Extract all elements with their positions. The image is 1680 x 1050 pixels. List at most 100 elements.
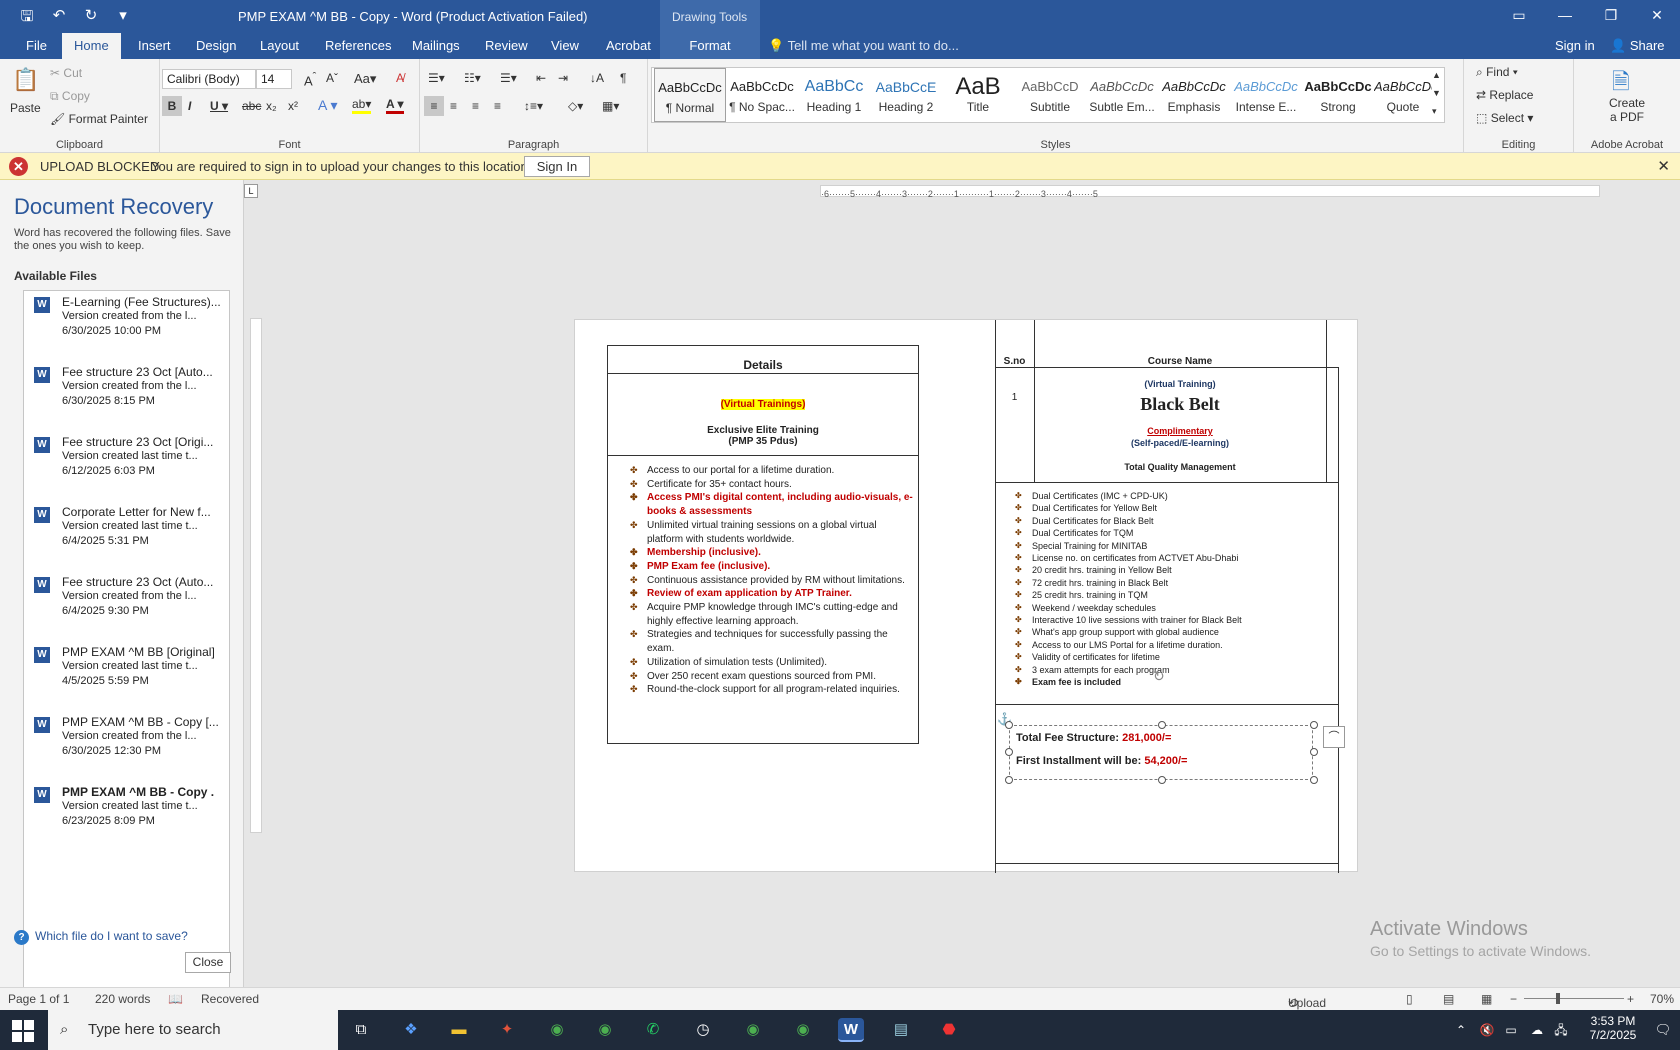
shrink-font-icon[interactable]: Aˇ xyxy=(326,71,338,85)
subscript-icon[interactable]: x₂ xyxy=(266,99,277,113)
numbering-icon[interactable]: ☷▾ xyxy=(464,71,481,85)
redo-icon[interactable]: ↻ xyxy=(82,6,100,31)
style-normal[interactable]: AaBbCcDc ¶ Normal xyxy=(654,68,726,122)
styles-scroll-up-icon[interactable]: ▲ xyxy=(1432,70,1441,80)
tab-format[interactable]: Format xyxy=(660,33,760,59)
restore-icon[interactable]: ❐ xyxy=(1588,0,1634,33)
acrobat-icon[interactable]: ⬣ xyxy=(936,1018,962,1042)
text-effects-icon[interactable]: A ▾ xyxy=(318,97,337,114)
recovered-file[interactable]: W Corporate Letter for New f... Version cr… xyxy=(24,503,229,569)
notepad-icon[interactable]: ▤ xyxy=(888,1018,914,1042)
grow-font-icon[interactable]: Aˆ xyxy=(304,71,316,88)
clear-format-icon[interactable]: A̸ xyxy=(396,71,404,85)
vertical-ruler[interactable] xyxy=(250,318,262,833)
styles-scroll-down-icon[interactable]: ▼ xyxy=(1432,88,1441,98)
zoom-level[interactable]: 70% xyxy=(1650,992,1674,1006)
font-color-icon[interactable]: A ▾ xyxy=(386,97,404,114)
recovered-file[interactable]: W PMP EXAM ^M BB [Original] Version create… xyxy=(24,643,229,709)
share-button[interactable]: 👤 Share xyxy=(1610,33,1665,59)
word-count[interactable]: 220 words xyxy=(95,992,150,1006)
tab-insert[interactable]: Insert xyxy=(126,33,183,59)
style-heading-1[interactable]: AaBbCc Heading 1 xyxy=(798,68,870,122)
battery-icon[interactable]: ▭ xyxy=(1498,1018,1524,1042)
underline-icon[interactable]: U ▾ xyxy=(210,99,228,113)
document-area[interactable]: L ·6·······5·······4·······3·······2····… xyxy=(244,180,1680,987)
cloud-icon[interactable]: ☁ xyxy=(1524,1018,1550,1042)
recovered-file[interactable]: W PMP EXAM ^M BB - Copy [... Version creat… xyxy=(24,713,229,779)
copilot-icon[interactable]: ❖ xyxy=(398,1018,424,1042)
print-layout-icon[interactable]: ▤ xyxy=(1443,992,1454,1006)
recovered-file[interactable]: W Fee structure 23 Oct [Auto... Version cr… xyxy=(24,363,229,429)
chrome-icon[interactable]: ◉ xyxy=(790,1018,816,1042)
word-taskbar-icon[interactable]: W xyxy=(838,1018,864,1042)
zoom-in-icon[interactable]: + xyxy=(1627,992,1634,1006)
select-button[interactable]: ⬚ Select ▾ xyxy=(1476,111,1533,125)
task-view-icon[interactable]: ⧉ xyxy=(348,1018,374,1042)
resize-handle[interactable] xyxy=(1158,776,1166,784)
justify-icon[interactable]: ≡ xyxy=(494,99,501,113)
bullets-icon[interactable]: ☰▾ xyxy=(428,71,445,85)
page-count[interactable]: Page 1 of 1 xyxy=(8,992,69,1006)
style-subtitle[interactable]: AaBbCcD Subtitle xyxy=(1014,68,1086,122)
tell-me-box[interactable]: 💡 Tell me what you want to do... xyxy=(768,33,959,59)
tab-review[interactable]: Review xyxy=(473,33,540,59)
borders-icon[interactable]: ▦▾ xyxy=(602,99,619,113)
decrease-indent-icon[interactable]: ⇤ xyxy=(536,71,546,85)
copy-button[interactable]: ⧉ Copy xyxy=(50,89,90,104)
sort-icon[interactable]: ↓A xyxy=(590,71,604,85)
tab-view[interactable]: View xyxy=(539,33,591,59)
paste-icon[interactable]: 📋 xyxy=(12,67,39,93)
font-name-select[interactable]: Calibri (Body) xyxy=(162,69,256,89)
chrome-icon[interactable]: ◉ xyxy=(544,1018,570,1042)
replace-button[interactable]: ⇄ Replace xyxy=(1476,88,1533,102)
zoom-thumb[interactable] xyxy=(1556,993,1560,1004)
italic-icon[interactable]: I xyxy=(188,99,191,113)
recovered-file-current[interactable]: W PMP EXAM ^M BB - Copy . Version created … xyxy=(24,783,229,849)
document-page[interactable]: Details (Virtual Trainings) Exclusive El… xyxy=(574,319,1358,873)
whatsapp-icon[interactable]: ✆ xyxy=(640,1018,666,1042)
find-button[interactable]: ⌕ Find ▾ xyxy=(1476,65,1518,80)
align-right-icon[interactable]: ≡ xyxy=(472,99,479,113)
taskbar-search[interactable]: ⌕ Type here to search xyxy=(48,1010,338,1050)
network-icon[interactable]: 🖧 xyxy=(1548,1018,1574,1042)
style-no-spacing[interactable]: AaBbCcDc ¶ No Spac... xyxy=(726,68,798,122)
resize-handle[interactable] xyxy=(1310,776,1318,784)
resize-handle[interactable] xyxy=(1310,721,1318,729)
zoom-out-icon[interactable]: − xyxy=(1510,992,1517,1006)
style-heading-2[interactable]: AaBbCcE Heading 2 xyxy=(870,68,942,122)
style-intense-emphasis[interactable]: AaBbCcDc Intense E... xyxy=(1230,68,1302,122)
rotate-handle-icon[interactable]: ↻ xyxy=(1153,668,1165,685)
horizontal-ruler[interactable]: ·6·······5·······4·······3·······2······… xyxy=(820,185,1600,199)
save-icon[interactable]: 🖫 xyxy=(18,6,36,31)
align-left-icon[interactable]: ≡ xyxy=(424,96,444,116)
tab-references[interactable]: References xyxy=(313,33,403,59)
align-center-icon[interactable]: ≡ xyxy=(450,99,457,113)
close-recovery-button[interactable]: Close xyxy=(185,952,231,973)
sign-in-button[interactable]: Sign In xyxy=(524,156,590,177)
style-subtle-emphasis[interactable]: AaBbCcDc Subtle Em... xyxy=(1086,68,1158,122)
superscript-icon[interactable]: x² xyxy=(288,99,298,113)
zoom-slider[interactable] xyxy=(1524,998,1624,999)
show-formatting-icon[interactable]: ¶ xyxy=(620,71,626,85)
notifications-icon[interactable]: 🗨 xyxy=(1650,1018,1676,1042)
paste-button[interactable]: Paste xyxy=(10,101,41,115)
shading-icon[interactable]: ◇▾ xyxy=(568,99,583,113)
proofing-icon[interactable]: 📖 xyxy=(168,992,183,1006)
chrome-icon[interactable]: ◉ xyxy=(592,1018,618,1042)
customize-qat-icon[interactable]: ▾ xyxy=(114,6,132,31)
tab-file[interactable]: File xyxy=(14,33,59,59)
tab-home[interactable]: Home xyxy=(62,33,121,59)
create-pdf-label-2[interactable]: a PDF xyxy=(1574,110,1680,124)
ribbon-display-icon[interactable]: ▭ xyxy=(1496,0,1542,33)
close-message-icon[interactable]: ✕ xyxy=(1657,157,1670,175)
tab-acrobat[interactable]: Acrobat xyxy=(594,33,663,59)
format-painter-button[interactable]: 🖌 Format Painter xyxy=(50,112,148,126)
resize-handle[interactable] xyxy=(1005,721,1013,729)
strikethrough-icon[interactable]: abc xyxy=(242,99,261,113)
tab-layout[interactable]: Layout xyxy=(248,33,311,59)
file-explorer-icon[interactable]: ▬ xyxy=(446,1018,472,1042)
change-case-icon[interactable]: Aa▾ xyxy=(354,71,376,87)
resize-handle[interactable] xyxy=(1005,748,1013,756)
minimize-icon[interactable]: — xyxy=(1542,0,1588,33)
tray-chevron-icon[interactable]: ⌃ xyxy=(1448,1018,1474,1042)
